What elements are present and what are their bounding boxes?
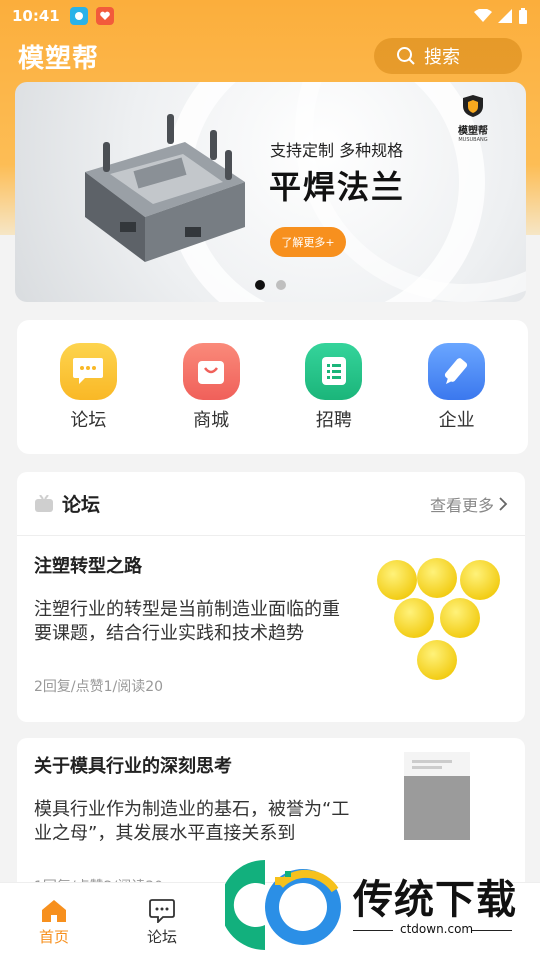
carousel-dots — [255, 280, 286, 290]
quick-label-mall: 商城 — [193, 409, 230, 431]
view-more-link[interactable]: 查看更多 — [430, 492, 508, 516]
search-button[interactable]: 搜索 — [374, 38, 522, 74]
quick-entry-grid: 论坛 商城 招聘 企业 — [17, 320, 528, 454]
quick-label-forum: 论坛 — [70, 409, 107, 431]
forum-section: 论坛 查看更多 注塑转型之路 注塑行业的转型是当前制造业面临的重要课题，结合行业… — [17, 472, 525, 722]
quick-item-mall[interactable]: 商城 — [161, 342, 261, 432]
status-time: 10:41 — [12, 7, 60, 25]
forum-title: 论坛 — [62, 494, 101, 516]
battery-icon — [519, 8, 527, 24]
quick-item-jobs[interactable]: 招聘 — [284, 342, 384, 432]
wifi-icon — [474, 9, 492, 22]
banner-title: 平焊法兰 — [269, 168, 406, 206]
promo-banner[interactable]: 支持定制 多种规格 平焊法兰 了解更多+ 模塑帮 MUSUBANG — [15, 82, 526, 302]
signal-icon — [498, 9, 512, 23]
watermark-logo: 传统下载 ctdown.com — [225, 855, 540, 960]
watermark-url: ctdown.com — [400, 922, 474, 936]
watermark-emblem-icon — [225, 860, 341, 950]
post-excerpt: 注塑行业的转型是当前制造业面临的重要课题，结合行业实践和技术趋势 — [34, 599, 340, 644]
banner-subtitle: 支持定制 多种规格 — [270, 141, 404, 160]
pencil-icon — [428, 342, 486, 400]
forum-header: 论坛 查看更多 — [17, 472, 525, 536]
app-notification-icon — [69, 7, 88, 25]
nav-forum[interactable]: 论坛 — [108, 883, 216, 960]
quick-item-company[interactable]: 企业 — [407, 342, 507, 432]
quick-label-jobs: 招聘 — [315, 409, 352, 431]
document-list-icon — [305, 342, 363, 400]
post-title: 关于模具行业的深刻思考 — [34, 756, 232, 777]
post-thumbnail-image — [404, 752, 470, 840]
post-thumbnail-image — [377, 558, 500, 680]
carousel-dot-2[interactable] — [276, 280, 286, 290]
learn-more-button[interactable]: 了解更多+ — [270, 227, 346, 257]
carousel-dot-1[interactable] — [255, 280, 265, 290]
tv-icon — [35, 494, 53, 512]
top-bar: 模塑帮 搜索 — [0, 36, 540, 76]
chat-icon — [149, 899, 175, 923]
home-icon — [42, 900, 66, 922]
quick-label-company: 企业 — [438, 409, 475, 431]
mold-product-image — [85, 114, 245, 262]
shopping-bag-icon — [182, 342, 240, 400]
shield-logo-icon — [463, 95, 483, 117]
brand-logo: 模塑帮 MUSUBANG — [453, 94, 493, 143]
status-bar: 10:41 — [0, 0, 540, 32]
watermark-text: 传统下载 — [353, 877, 517, 923]
chat-bubble-icon — [59, 342, 117, 400]
post-title: 注塑转型之路 — [34, 556, 142, 577]
status-icons — [474, 8, 528, 24]
search-label: 搜索 — [424, 47, 460, 68]
post-stats: 2回复/点赞1/阅读20 — [34, 679, 164, 695]
post-excerpt: 模具行业作为制造业的基石，被誉为“工业之母”，其发展水平直接关系到 — [34, 799, 350, 844]
app-title: 模塑帮 — [18, 43, 100, 74]
nav-home[interactable]: 首页 — [0, 883, 108, 960]
forum-post[interactable]: 注塑转型之路 注塑行业的转型是当前制造业面临的重要课题，结合行业实践和技术趋势 … — [17, 536, 525, 722]
heart-notification-icon — [95, 7, 114, 25]
chevron-right-icon — [499, 496, 508, 511]
quick-item-forum[interactable]: 论坛 — [38, 342, 138, 432]
search-icon — [397, 47, 415, 65]
